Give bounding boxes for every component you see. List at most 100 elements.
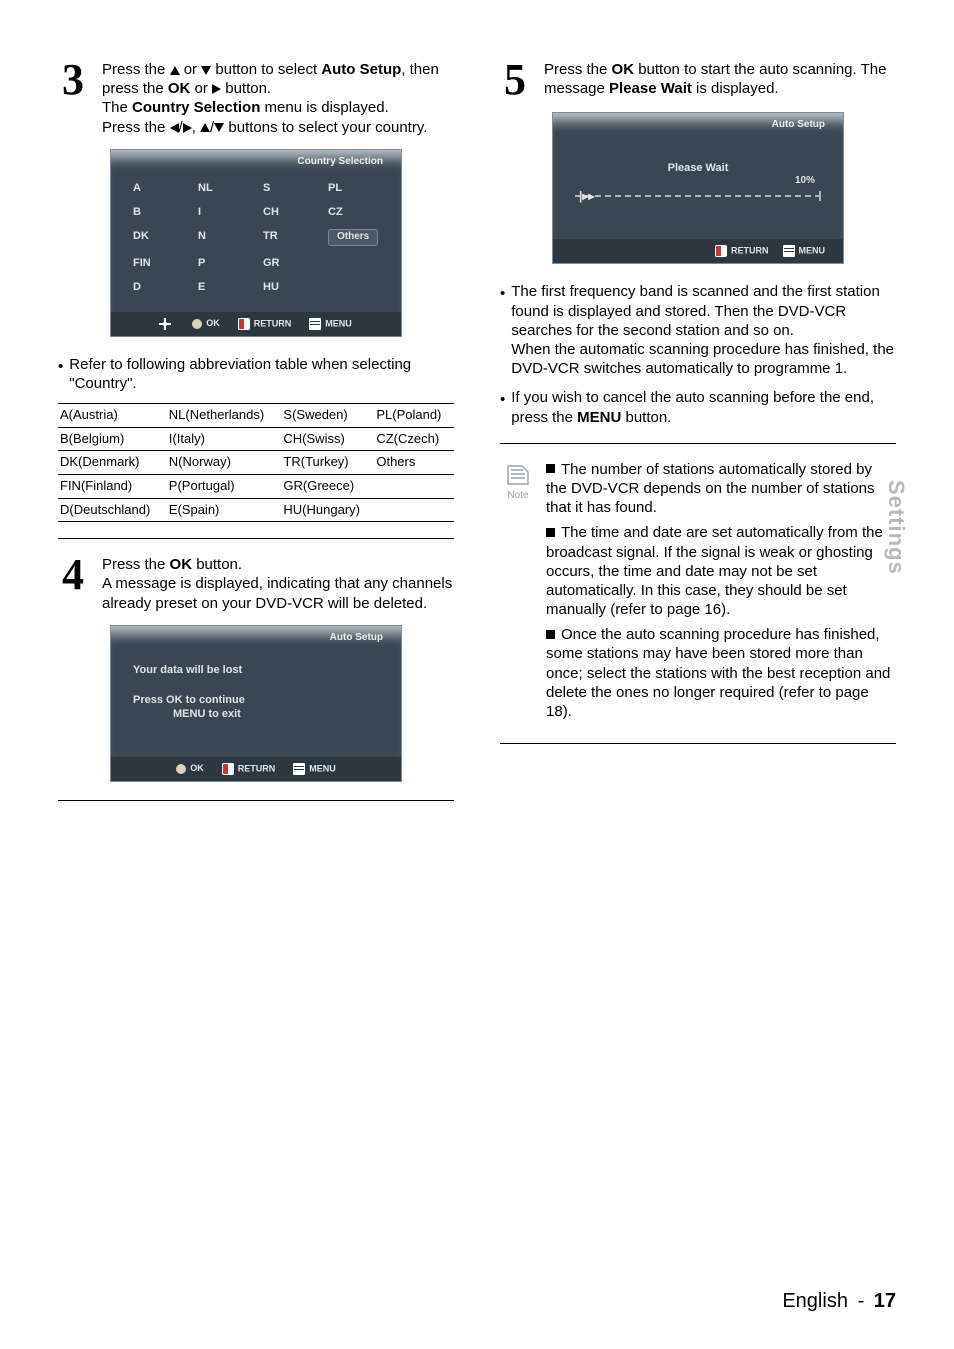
text: If you wish to cancel the auto scanning … (511, 389, 874, 425)
down-arrow-icon (201, 66, 211, 75)
country-cell: CH (263, 205, 322, 219)
separator (500, 743, 896, 744)
country-selection-label: Country Selection (132, 99, 260, 116)
step-5-bullet: • The first frequency band is scanned an… (500, 282, 896, 378)
return-icon (222, 763, 234, 775)
country-cell: DK (133, 229, 192, 246)
cell: CZ(Czech) (374, 427, 454, 451)
note-label: Note (507, 490, 528, 501)
ok-label: OK (168, 80, 191, 97)
text: ). (563, 703, 572, 720)
bullet-icon: • (58, 355, 63, 393)
progress-bar: 10% |▸▸ (575, 189, 821, 203)
cell (374, 498, 454, 522)
osd-menu: MENU (309, 763, 336, 773)
cell: P(Portugal) (167, 474, 282, 498)
step-4-number: 4 (58, 555, 88, 613)
country-cell: GR (263, 256, 322, 270)
down-arrow-icon (214, 123, 224, 132)
menu-icon (783, 245, 795, 257)
text: Once the auto scanning procedure has fin… (546, 626, 890, 701)
table-row: D(Deutschland)E(Spain)HU(Hungary) (58, 498, 454, 522)
cell: CH(Swiss) (281, 427, 374, 451)
country-cell: CZ (328, 205, 387, 219)
osd-ok: OK (190, 763, 204, 773)
country-cell: TR (263, 229, 322, 246)
abbreviation-table: A(Austria)NL(Netherlands)S(Sweden)PL(Pol… (58, 403, 454, 522)
text: , (192, 119, 200, 136)
osd-line: Press OK to continue (133, 693, 387, 707)
menu-icon (293, 763, 305, 775)
cell: E(Spain) (167, 498, 282, 522)
cell: DK(Denmark) (58, 451, 167, 475)
bullet-icon: • (500, 388, 505, 426)
text: The first frequency band is scanned and … (511, 283, 880, 338)
progress-handle-icon: |▸▸ (579, 189, 594, 204)
country-cell: B (133, 205, 192, 219)
menu-label: MENU (577, 409, 621, 426)
osd-auto-setup-progress: Auto Setup Please Wait 10% |▸▸ RETURN ME… (552, 112, 844, 265)
cell: A(Austria) (58, 404, 167, 428)
ok-icon (176, 764, 186, 774)
note-item: The time and date are set automatically … (546, 523, 896, 619)
osd-bottom-bar: RETURN MENU (553, 239, 843, 263)
step-3-bullet: • Refer to following abbreviation table … (58, 355, 454, 393)
separator (500, 443, 896, 444)
osd-title: Country Selection (111, 150, 401, 177)
bullet-text: The first frequency band is scanned and … (511, 282, 896, 378)
osd-bottom-bar: OK RETURN MENU (111, 312, 401, 336)
table-row: FIN(Finland)P(Portugal)GR(Greece) (58, 474, 454, 498)
country-cell: I (198, 205, 257, 219)
osd-line: MENU to exit (133, 707, 387, 721)
note-list: The number of stations automatically sto… (546, 460, 896, 727)
separator (58, 800, 454, 801)
cell: B(Belgium) (58, 427, 167, 451)
country-cell: E (198, 280, 257, 294)
bullet-text: Refer to following abbreviation table wh… (69, 355, 454, 393)
return-icon (238, 318, 250, 330)
country-cell-selected: Others (328, 229, 378, 246)
ok-label: OK (612, 61, 635, 78)
menu-icon (309, 318, 321, 330)
country-cell: PL (328, 181, 387, 195)
cell: GR(Greece) (281, 474, 374, 498)
move-icon (160, 319, 170, 329)
text: or (190, 80, 212, 97)
progress-percent: 10% (795, 175, 815, 188)
text: A message is displayed, indicating that … (102, 575, 452, 611)
country-cell: N (198, 229, 257, 246)
text: button. (192, 556, 242, 573)
country-cell (328, 256, 387, 270)
country-cell: P (198, 256, 257, 270)
note-block: Note The number of stations automaticall… (500, 460, 896, 727)
text: ). (721, 601, 730, 618)
table-row: A(Austria)NL(Netherlands)S(Sweden)PL(Pol… (58, 404, 454, 428)
text: Press the (102, 61, 170, 78)
text: button to select (211, 61, 321, 78)
page-ref: 18 (546, 703, 563, 720)
cell: S(Sweden) (281, 404, 374, 428)
auto-setup-label: Auto Setup (321, 61, 401, 78)
country-cell: NL (198, 181, 257, 195)
step-3: 3 Press the or button to select Auto Set… (58, 60, 454, 137)
cell (374, 474, 454, 498)
table-row: B(Belgium)I(Italy)CH(Swiss)CZ(Czech) (58, 427, 454, 451)
bullet-icon: • (500, 282, 505, 378)
text: buttons to select your country. (224, 119, 427, 136)
text: Press the (102, 556, 170, 573)
page-ref: 16 (704, 601, 721, 618)
osd-country-grid: A NL S PL B I CH CZ DK N TR Others FIN P (133, 181, 387, 294)
step-3-number: 3 (58, 60, 88, 137)
osd-title: Auto Setup (111, 626, 401, 653)
cell: FIN(Finland) (58, 474, 167, 498)
text: is displayed. (692, 80, 779, 97)
step-5-number: 5 (500, 60, 530, 100)
up-arrow-icon (170, 66, 180, 75)
ok-label: OK (170, 556, 193, 573)
step-5-bullet: • If you wish to cancel the auto scannin… (500, 388, 896, 426)
cell: N(Norway) (167, 451, 282, 475)
text: Press the (544, 61, 612, 78)
osd-title: Auto Setup (553, 113, 843, 140)
page-footer: English - 17 (782, 1289, 896, 1315)
square-bullet-icon (546, 630, 555, 639)
